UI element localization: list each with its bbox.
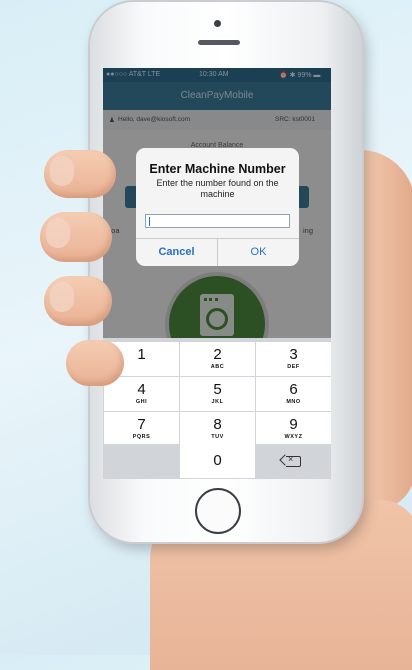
key-digit: 6 — [289, 381, 298, 398]
cancel-button[interactable]: Cancel — [136, 239, 218, 266]
machine-number-dialog: Enter Machine Number Enter the number fo… — [136, 148, 299, 266]
key-7[interactable]: 7 PQRS — [104, 412, 179, 446]
key-digit: 8 — [213, 416, 222, 433]
key-8[interactable]: 8 TUV — [180, 412, 255, 446]
key-letters: ABC — [210, 364, 225, 370]
backspace-key[interactable]: × — [256, 444, 331, 478]
ok-button[interactable]: OK — [218, 239, 299, 266]
key-digit: 7 — [137, 416, 146, 433]
finger-middle — [40, 212, 112, 262]
key-letters: GHI — [135, 399, 148, 405]
key-letters: TUV — [211, 434, 224, 440]
dialog-message: Enter the number found on the machine — [156, 178, 279, 199]
key-digit: 9 — [289, 416, 298, 433]
key-blank — [104, 444, 179, 478]
key-0[interactable]: 0 — [180, 444, 255, 478]
key-letters: WXYZ — [284, 434, 303, 440]
finger-index — [44, 150, 116, 198]
key-digit: 0 — [213, 452, 222, 469]
key-letters: DEF — [287, 364, 300, 370]
home-button[interactable] — [195, 488, 241, 534]
key-letters: PQRS — [132, 434, 151, 440]
finger-little — [66, 340, 124, 386]
numeric-keypad: 1 2 ABC 3 DEF 4 GHI 5 JKL 6 MNO 7 PQRS 8 TUV 9W… — [103, 338, 331, 479]
key-letters: MNO — [286, 399, 301, 405]
front-camera — [214, 20, 221, 27]
finger-ring — [44, 276, 112, 326]
key-digit: 5 — [213, 381, 222, 398]
backspace-icon: × — [286, 454, 301, 467]
key-digit: 2 — [213, 346, 222, 363]
key-2[interactable]: 2 ABC — [180, 342, 255, 376]
key-4[interactable]: 4 GHI — [104, 377, 179, 411]
key-9[interactable]: 9 WXYZ — [256, 412, 331, 446]
key-letters: JKL — [211, 399, 224, 405]
key-digit: 4 — [137, 381, 146, 398]
key-5[interactable]: 5 JKL — [180, 377, 255, 411]
phone-screen: ●●○○○ AT&T LTE 10:30 AM ⏰ ✱ 99% ▬ CleanP… — [103, 68, 331, 479]
machine-number-input[interactable] — [145, 214, 290, 228]
key-6[interactable]: 6 MNO — [256, 377, 331, 411]
key-digit: 3 — [289, 346, 298, 363]
key-3[interactable]: 3 DEF — [256, 342, 331, 376]
text-caret — [149, 217, 150, 226]
dialog-buttons: Cancel OK — [136, 238, 299, 266]
earpiece-speaker — [198, 40, 240, 45]
dialog-title: Enter Machine Number — [149, 162, 286, 176]
